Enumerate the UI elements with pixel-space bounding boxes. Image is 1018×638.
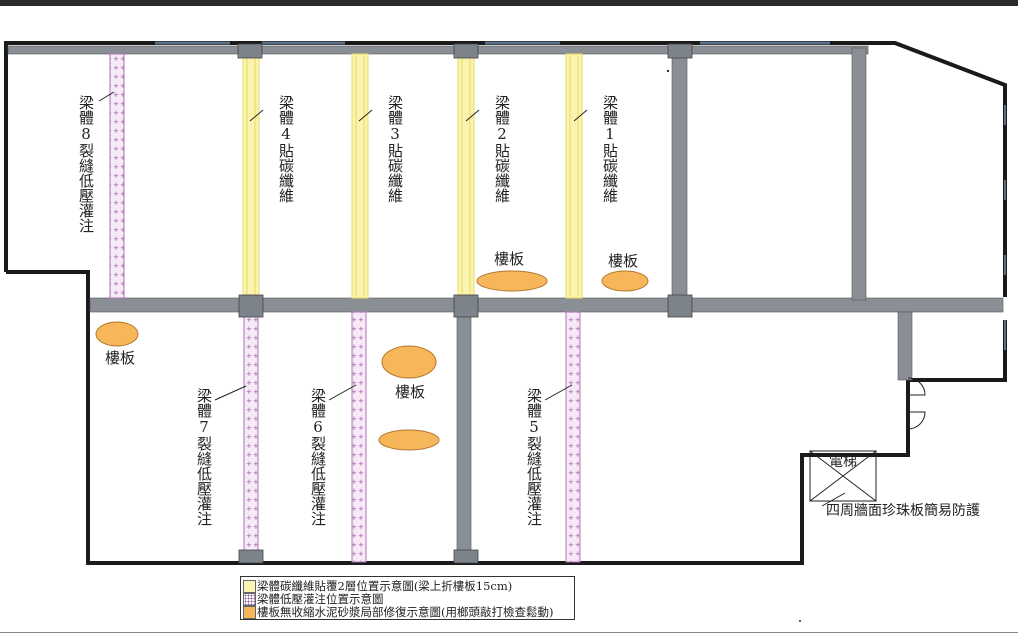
elevator-label: 電梯 <box>829 454 857 470</box>
legend-row-slab: 樓板無收縮水泥砂漿局部修復示意圖(用榔頭敲打檢查鬆動) <box>241 605 574 619</box>
beam-5-label: 梁體5裂縫低壓灌注 <box>525 388 543 526</box>
column <box>238 294 264 318</box>
beam-4-label: 梁體4貼碳纖維 <box>277 95 295 203</box>
injection-strip-5 <box>565 311 581 563</box>
slab-repair <box>476 270 548 292</box>
column <box>667 43 693 59</box>
marker-dot <box>799 620 801 622</box>
slab-label: 樓板 <box>608 252 639 270</box>
slab-repair <box>378 429 440 451</box>
door <box>907 377 926 430</box>
injection-strip-6 <box>351 311 367 563</box>
column <box>238 549 264 564</box>
bottom-line <box>0 632 1018 633</box>
carbon-strip-4 <box>242 53 260 299</box>
column <box>453 294 479 318</box>
column <box>453 43 479 59</box>
protection-note: 四周牆面珍珠板簡易防護 <box>826 503 980 519</box>
beam-7-label: 梁體7裂縫低壓灌注 <box>195 388 213 526</box>
slab-repair <box>601 270 649 292</box>
beam-3-label: 梁體3貼碳纖維 <box>386 95 404 203</box>
slab-repair <box>95 321 139 347</box>
beam-1-label: 梁體1貼碳纖維 <box>601 95 619 203</box>
column <box>453 549 479 564</box>
injection-strip-8 <box>109 53 125 299</box>
column <box>237 43 263 59</box>
slab-label: 樓板 <box>494 250 525 268</box>
beam-vertical-d <box>897 311 913 381</box>
beam-6-label: 梁體6裂縫低壓灌注 <box>309 388 327 526</box>
beam-vertical-a <box>671 53 688 301</box>
injection-strip-7 <box>243 311 259 563</box>
legend: 梁體碳纖維貼覆2層位置示意圖(梁上折樓板15cm) 梁體低壓灌注位置示意圖 樓板… <box>240 576 575 620</box>
beam-2-label: 梁體2貼碳纖維 <box>493 95 511 203</box>
legend-text-slab: 樓板無收縮水泥砂漿局部修復示意圖(用榔頭敲打檢查鬆動) <box>257 605 554 619</box>
beam-vertical-c <box>456 311 472 563</box>
carbon-strip-3 <box>351 53 369 299</box>
floor-plan-stage: + <box>0 0 1018 638</box>
beam-vertical-b <box>851 47 867 301</box>
slab-label: 樓板 <box>105 349 136 367</box>
carbon-strip-1 <box>565 53 583 299</box>
column <box>667 294 693 318</box>
marker-dot <box>666 69 670 73</box>
carbon-strip-2 <box>457 53 475 299</box>
slab-repair <box>381 345 437 379</box>
beam-8-label: 梁體8裂縫低壓灌注 <box>77 95 95 233</box>
slab-label: 樓板 <box>395 383 426 401</box>
legend-swatch-slab <box>243 606 256 619</box>
beam-top-horizontal <box>7 45 869 55</box>
